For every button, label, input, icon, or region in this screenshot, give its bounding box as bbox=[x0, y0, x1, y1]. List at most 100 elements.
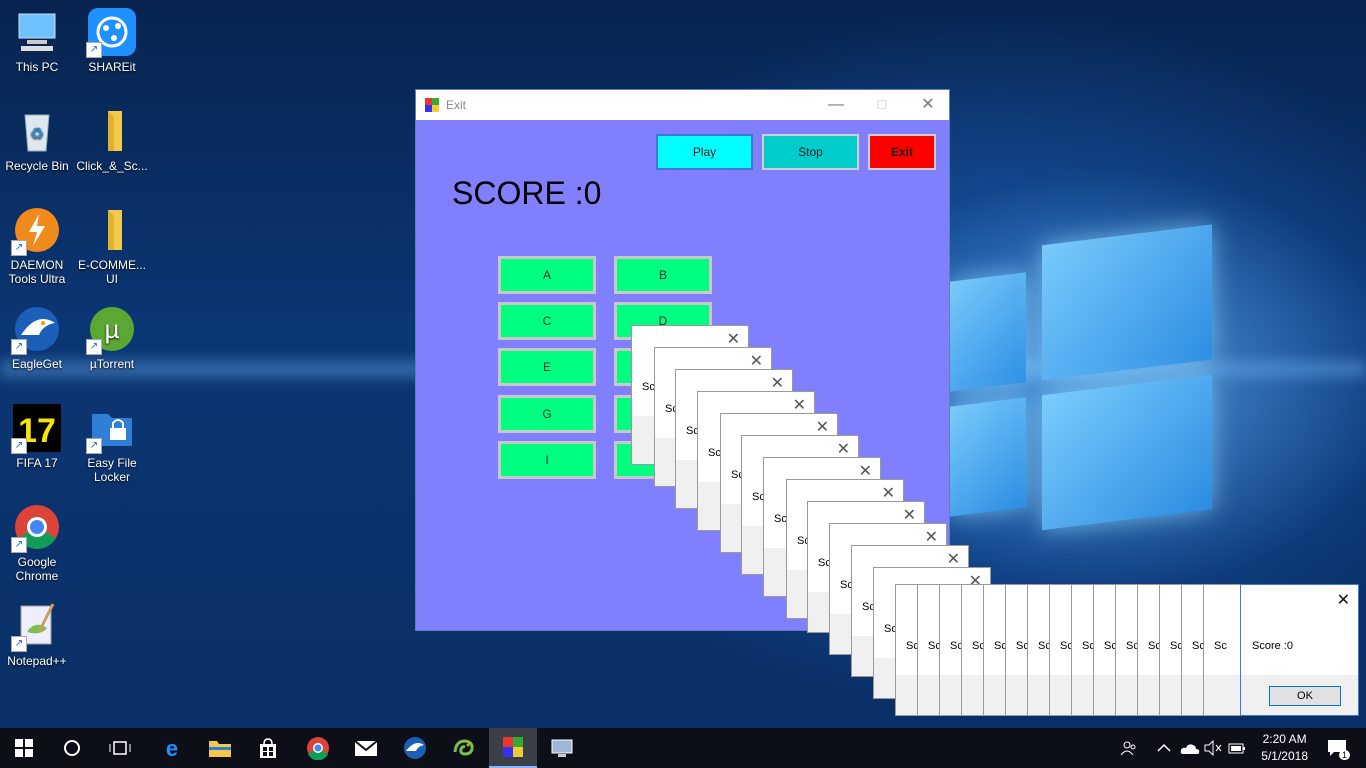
file-explorer-icon bbox=[209, 741, 231, 757]
taskbar-eagleget[interactable] bbox=[391, 728, 439, 768]
recycle-bin-icon: ♻ bbox=[13, 107, 61, 155]
volume-muted-icon[interactable] bbox=[1204, 728, 1222, 768]
icon-label: Google Chrome bbox=[15, 555, 59, 583]
close-button[interactable]: ✕ bbox=[905, 90, 951, 120]
maximize-button[interactable]: ☐ bbox=[859, 90, 905, 120]
icon-label: Recycle Bin bbox=[5, 159, 69, 173]
folder-icon bbox=[88, 107, 136, 155]
clock-time: 2:20 AM bbox=[1262, 732, 1307, 746]
message-text: Score :0 bbox=[1252, 640, 1293, 652]
desktop-icon-daemon-tools[interactable]: ↗ DAEMON Tools Ultra bbox=[0, 206, 74, 286]
taskbar-chameleon-app[interactable] bbox=[440, 728, 488, 768]
icon-label: This PC bbox=[15, 60, 59, 74]
eagleget-icon bbox=[404, 737, 426, 759]
battery-icon[interactable] bbox=[1228, 728, 1246, 768]
close-icon[interactable]: ✕ bbox=[837, 439, 850, 459]
message-text: Sc bbox=[708, 447, 721, 459]
chevron-up-icon[interactable] bbox=[1157, 728, 1171, 768]
icon-label: Click_&_Sc... bbox=[76, 159, 148, 173]
edge-icon: e bbox=[166, 736, 178, 760]
stop-button[interactable]: Stop bbox=[762, 134, 859, 170]
icon-label: DAEMON Tools Ultra bbox=[8, 258, 66, 286]
play-button[interactable]: Play bbox=[656, 134, 753, 170]
windows-start-icon bbox=[15, 739, 33, 757]
cortana-button[interactable] bbox=[48, 728, 96, 768]
close-icon[interactable]: ✕ bbox=[947, 549, 960, 569]
mail-icon bbox=[354, 740, 378, 756]
start-button[interactable] bbox=[0, 728, 48, 768]
icon-label: E-COMME... UI bbox=[78, 258, 146, 286]
close-icon[interactable]: ✕ bbox=[727, 329, 740, 349]
message-text: Sc bbox=[774, 513, 787, 525]
desktop-icon-fifa[interactable]: 17 ↗ FIFA 17 bbox=[0, 404, 74, 470]
desktop-icon-folder-ecommerce[interactable]: E-COMME... UI bbox=[75, 206, 149, 286]
chrome-icon: ↗ bbox=[11, 503, 61, 553]
close-icon[interactable]: ✕ bbox=[1337, 590, 1350, 610]
close-icon[interactable]: ✕ bbox=[859, 461, 872, 481]
onedrive-icon[interactable] bbox=[1180, 728, 1200, 768]
taskbar-edge[interactable]: e bbox=[148, 728, 196, 768]
svg-text:e: e bbox=[166, 736, 178, 760]
button-i[interactable]: I bbox=[498, 441, 596, 479]
chameleon-icon bbox=[453, 739, 474, 756]
close-icon[interactable]: ✕ bbox=[750, 351, 763, 371]
folder-icon bbox=[88, 206, 136, 254]
message-text: Sc bbox=[1214, 640, 1227, 652]
close-icon[interactable]: ✕ bbox=[816, 417, 829, 437]
app-title: Exit bbox=[446, 98, 467, 112]
desktop-icon-shareit[interactable]: ↗ SHAREit bbox=[75, 8, 149, 74]
cortana-circle-icon bbox=[64, 740, 80, 756]
button-g[interactable]: G bbox=[498, 395, 596, 433]
exit-button[interactable]: Exit bbox=[868, 134, 936, 170]
taskbar-store[interactable] bbox=[244, 728, 292, 768]
taskbar-exit-app[interactable] bbox=[489, 728, 537, 768]
minimize-button[interactable]: — bbox=[813, 90, 859, 120]
taskbar-chrome[interactable] bbox=[294, 728, 342, 768]
desktop-icon-easy-file-locker[interactable]: ↗ Easy File Locker bbox=[75, 404, 149, 484]
desktop-icon-recycle-bin[interactable]: ♻ Recycle Bin bbox=[0, 107, 74, 173]
desktop: This PC ↗ SHAREit ♻ Recycle Bin Click_&_… bbox=[0, 0, 1366, 728]
notepadpp-icon: ↗ bbox=[11, 602, 61, 652]
desktop-icon-this-pc[interactable]: This PC bbox=[0, 8, 74, 74]
store-bag-icon bbox=[260, 738, 276, 758]
app-titlebar[interactable]: Exit — ☐ ✕ bbox=[416, 90, 949, 120]
button-e[interactable]: E bbox=[498, 348, 596, 386]
daemon-tools-icon: ↗ bbox=[11, 206, 61, 256]
score-label: SCORE :0 bbox=[452, 175, 602, 211]
taskbar: e 2:20 AM 5/1/2018 1 bbox=[0, 728, 1366, 768]
desktop-icon-eagleget[interactable]: ↗ EagleGet bbox=[0, 305, 74, 371]
wallpaper-windows-logo bbox=[950, 208, 1220, 571]
close-icon[interactable]: ✕ bbox=[925, 527, 938, 547]
button-c[interactable]: C bbox=[498, 302, 596, 340]
people-icon[interactable] bbox=[1120, 728, 1138, 768]
message-text: Sc bbox=[642, 381, 655, 393]
clock[interactable]: 2:20 AM 5/1/2018 bbox=[1261, 731, 1308, 765]
close-icon[interactable]: ✕ bbox=[793, 395, 806, 415]
close-icon[interactable]: ✕ bbox=[903, 505, 916, 525]
icon-label: FIFA 17 bbox=[16, 456, 58, 470]
app-icon bbox=[503, 737, 523, 757]
close-icon[interactable]: ✕ bbox=[882, 483, 895, 503]
file-locker-icon: ↗ bbox=[86, 404, 136, 454]
taskbar-file-explorer[interactable] bbox=[196, 728, 244, 768]
svg-text:µ: µ bbox=[105, 314, 120, 344]
task-view-button[interactable] bbox=[96, 728, 144, 768]
button-b[interactable]: B bbox=[614, 256, 712, 294]
taskbar-remote-desktop[interactable] bbox=[538, 728, 586, 768]
chrome-icon bbox=[307, 737, 329, 760]
action-center-icon[interactable]: 1 bbox=[1322, 728, 1352, 768]
fifa-icon: 17 ↗ bbox=[11, 404, 61, 454]
desktop-icon-utorrent[interactable]: µ ↗ µTorrent bbox=[75, 305, 149, 371]
ok-button[interactable]: OK bbox=[1269, 686, 1341, 706]
icon-label: Easy File Locker bbox=[87, 456, 137, 484]
score-message-box: ✕ Score :0 OK bbox=[1240, 584, 1359, 716]
this-pc-icon bbox=[13, 8, 61, 56]
eagleget-icon: ↗ bbox=[11, 305, 61, 355]
close-icon[interactable]: ✕ bbox=[771, 373, 784, 393]
button-a[interactable]: A bbox=[498, 256, 596, 294]
desktop-icon-folder-click[interactable]: Click_&_Sc... bbox=[75, 107, 149, 173]
shareit-icon: ↗ bbox=[86, 8, 136, 58]
desktop-icon-chrome[interactable]: ↗ Google Chrome bbox=[0, 503, 74, 583]
taskbar-mail[interactable] bbox=[342, 728, 390, 768]
desktop-icon-notepadpp[interactable]: ↗ Notepad++ bbox=[0, 602, 74, 668]
